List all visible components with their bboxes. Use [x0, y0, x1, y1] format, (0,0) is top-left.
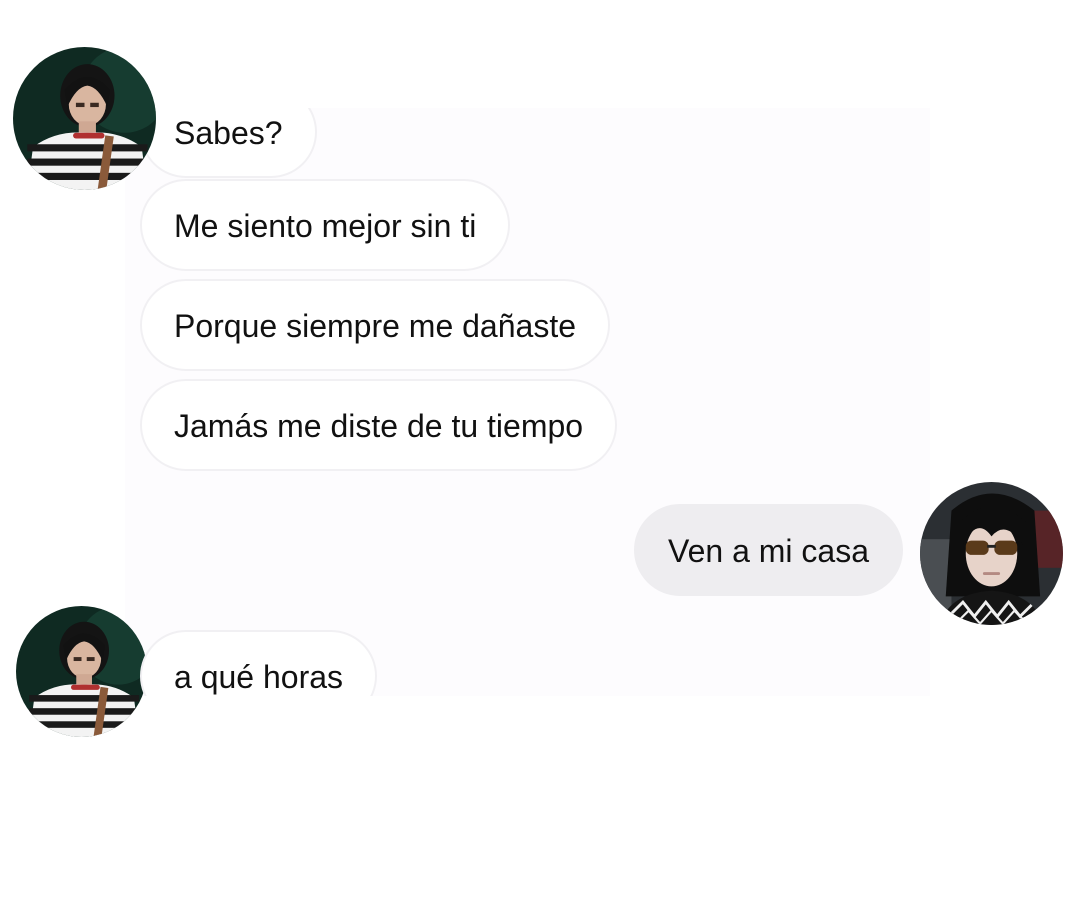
- message-text: Porque siempre me dañaste: [174, 308, 576, 344]
- message-text: a qué horas: [174, 659, 344, 695]
- person-striped-shirt-avatar-icon: [13, 47, 156, 190]
- person-sunglasses-avatar-icon: [920, 482, 1063, 625]
- message-clip-bottom: a qué horas: [125, 600, 525, 696]
- contact-avatar[interactable]: [13, 47, 156, 190]
- message-bubble-received[interactable]: Porque siempre me dañaste: [140, 279, 610, 371]
- my-avatar[interactable]: [920, 482, 1063, 625]
- message-bubble-received[interactable]: a qué horas: [140, 630, 378, 696]
- message-text: Sabes?: [174, 115, 283, 151]
- message-text: Jamás me diste de tu tiempo: [174, 408, 584, 444]
- message-bubble-received[interactable]: Sabes?: [140, 108, 317, 178]
- message-text: Me siento mejor sin ti: [174, 208, 477, 244]
- message-bubble-received[interactable]: Jamás me diste de tu tiempo: [140, 379, 618, 471]
- message-clip-top: Sabes?: [125, 108, 525, 178]
- message-text: Ven a mi casa: [668, 533, 869, 569]
- message-bubble-received[interactable]: Me siento mejor sin ti: [140, 179, 511, 271]
- message-bubble-sent[interactable]: Ven a mi casa: [634, 504, 903, 596]
